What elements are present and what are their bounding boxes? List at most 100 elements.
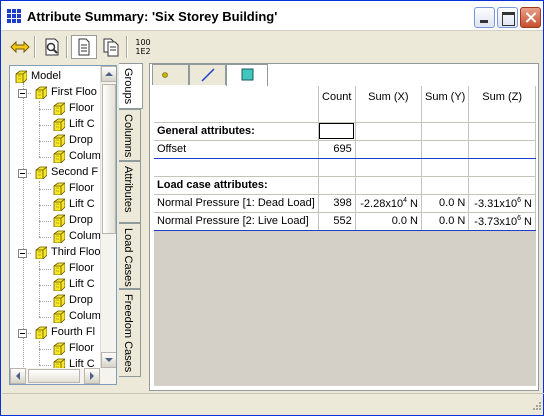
grid-cell[interactable] bbox=[468, 176, 536, 195]
number-format-line1: 100 bbox=[135, 38, 151, 47]
tree-connector bbox=[39, 365, 51, 366]
tree-connector bbox=[23, 83, 24, 383]
window-title: Attribute Summary: 'Six Storey Building' bbox=[27, 9, 278, 24]
row-sum-y[interactable]: 0.0 N bbox=[421, 212, 470, 231]
tree-connector bbox=[39, 125, 51, 126]
grid-cell[interactable] bbox=[421, 140, 470, 159]
selected-cell[interactable] bbox=[318, 122, 356, 141]
grid-cell[interactable] bbox=[421, 176, 470, 195]
dead-load-row[interactable]: Normal Pressure [1: Dead Load] 398 -2.28… bbox=[154, 194, 536, 213]
attribute-grid[interactable]: Count Sum (X) Sum (Y) Sum (Z) General at… bbox=[154, 86, 536, 386]
col-sum-z[interactable]: Sum (Z) bbox=[468, 86, 536, 123]
tab-nodes[interactable] bbox=[152, 64, 189, 85]
tree-node-label: Drop bbox=[69, 214, 93, 226]
group-cube-icon bbox=[53, 214, 65, 227]
collapse-toggle-icon[interactable] bbox=[18, 329, 27, 338]
collapse-toggle-icon[interactable] bbox=[18, 249, 27, 258]
documents-icon bbox=[103, 38, 119, 57]
tree-vertical-scrollbar[interactable] bbox=[100, 66, 116, 368]
arrow-right-icon bbox=[90, 372, 94, 380]
scroll-up-button[interactable] bbox=[101, 66, 116, 82]
group-cube-icon bbox=[35, 326, 47, 339]
summary-panel: Count Sum (X) Sum (Y) Sum (Z) General at… bbox=[149, 63, 539, 391]
group-cube-icon bbox=[35, 86, 47, 99]
tree-connector bbox=[39, 205, 51, 206]
offset-count[interactable]: 695 bbox=[318, 140, 356, 159]
col-sum-y[interactable]: Sum (Y) bbox=[421, 86, 470, 123]
collapse-toggle-icon[interactable] bbox=[18, 169, 27, 178]
grid-header-row: Count Sum (X) Sum (Y) Sum (Z) bbox=[154, 86, 536, 123]
number-format-line2: 1E2 bbox=[135, 47, 151, 56]
sum-z-mantissa: -3.73x10 bbox=[474, 215, 518, 228]
row-sum-z[interactable]: -3.31x106 N bbox=[468, 194, 536, 213]
col-sum-x[interactable]: Sum (X) bbox=[355, 86, 422, 123]
row-sum-x[interactable]: 0.0 N bbox=[355, 212, 422, 231]
row-count[interactable]: 552 bbox=[318, 212, 356, 231]
load-case-attributes-heading: Load case attributes: bbox=[154, 176, 319, 195]
grid-cell[interactable] bbox=[468, 122, 536, 141]
general-attributes-heading: General attributes: bbox=[154, 122, 319, 141]
close-button[interactable] bbox=[520, 7, 541, 28]
row-count[interactable]: 398 bbox=[318, 194, 356, 213]
grid-cell[interactable] bbox=[421, 122, 470, 141]
sum-z-unit: N bbox=[521, 215, 532, 228]
grid-cell[interactable] bbox=[355, 176, 422, 195]
minimize-button[interactable] bbox=[474, 7, 495, 28]
resize-grip-icon[interactable] bbox=[530, 401, 542, 413]
tree-node-label: Second F bbox=[51, 166, 99, 178]
group-cube-icon bbox=[53, 182, 65, 195]
row-sum-z[interactable]: -3.73x106 N bbox=[468, 212, 536, 231]
tree-connector bbox=[39, 189, 51, 190]
tree-node-label: Floor bbox=[69, 182, 95, 194]
tree-connector bbox=[39, 221, 51, 222]
grid-cell[interactable] bbox=[468, 140, 536, 159]
group-cube-icon bbox=[53, 262, 65, 275]
tree-node-label: Floor bbox=[69, 102, 95, 114]
grid-cell[interactable] bbox=[318, 176, 356, 195]
offset-row[interactable]: Offset 695 bbox=[154, 140, 536, 159]
group-cube-icon bbox=[53, 310, 65, 323]
tree-horizontal-scrollbar[interactable] bbox=[10, 368, 116, 384]
document-button[interactable] bbox=[71, 35, 97, 59]
title-bar[interactable]: Attribute Summary: 'Six Storey Building' bbox=[1, 1, 543, 31]
group-cube-icon bbox=[53, 150, 65, 163]
group-tree[interactable]: Model First Floo Floor Lift C Drop Colum Secon… bbox=[9, 65, 117, 385]
grid-cell[interactable] bbox=[355, 140, 422, 159]
tab-columns[interactable]: Columns bbox=[119, 109, 141, 161]
preview-button[interactable] bbox=[39, 35, 65, 59]
number-format-button[interactable]: 100 1E2 bbox=[130, 35, 154, 59]
group-cube-icon bbox=[53, 198, 65, 211]
scroll-thumb[interactable] bbox=[102, 84, 116, 234]
tree-node-label: Fourth Fl bbox=[51, 326, 96, 338]
row-sum-y[interactable]: 0.0 N bbox=[421, 194, 470, 213]
grid-cell[interactable] bbox=[355, 122, 422, 141]
row-sum-x[interactable]: -2.28x104 N bbox=[355, 194, 422, 213]
tab-groups-label: Groups bbox=[122, 68, 134, 105]
grid-cell[interactable] bbox=[355, 158, 422, 177]
row-label: Normal Pressure [2: Live Load] bbox=[154, 212, 319, 231]
collapse-toggle-icon[interactable] bbox=[18, 89, 27, 98]
tab-attributes[interactable]: Attributes bbox=[119, 161, 141, 223]
col-count[interactable]: Count bbox=[318, 86, 356, 123]
tab-load-cases[interactable]: Load Cases bbox=[119, 223, 141, 289]
tab-freedom-cases[interactable]: Freedom Cases bbox=[119, 289, 141, 377]
live-load-row[interactable]: Normal Pressure [2: Live Load] 552 0.0 N… bbox=[154, 212, 536, 231]
grid-cell[interactable] bbox=[318, 158, 356, 177]
app-grid-icon bbox=[7, 9, 21, 23]
documents-button[interactable] bbox=[98, 35, 124, 59]
scroll-right-button[interactable] bbox=[84, 368, 100, 384]
hscroll-thumb[interactable] bbox=[28, 369, 80, 383]
swap-arrows-button[interactable] bbox=[7, 35, 33, 59]
scroll-left-button[interactable] bbox=[10, 368, 26, 384]
line-icon bbox=[201, 68, 215, 82]
tab-columns-label: Columns bbox=[122, 114, 134, 158]
tab-groups[interactable]: Groups bbox=[119, 63, 143, 109]
tab-plates[interactable] bbox=[226, 64, 268, 86]
scroll-down-button[interactable] bbox=[101, 352, 116, 368]
maximize-button[interactable] bbox=[497, 7, 518, 28]
tree-node-label: Lift C bbox=[69, 278, 95, 290]
tab-beams[interactable] bbox=[189, 64, 226, 85]
tree-node-label: Drop bbox=[69, 134, 93, 146]
grid-cell[interactable] bbox=[421, 158, 470, 177]
grid-cell[interactable] bbox=[468, 158, 536, 177]
